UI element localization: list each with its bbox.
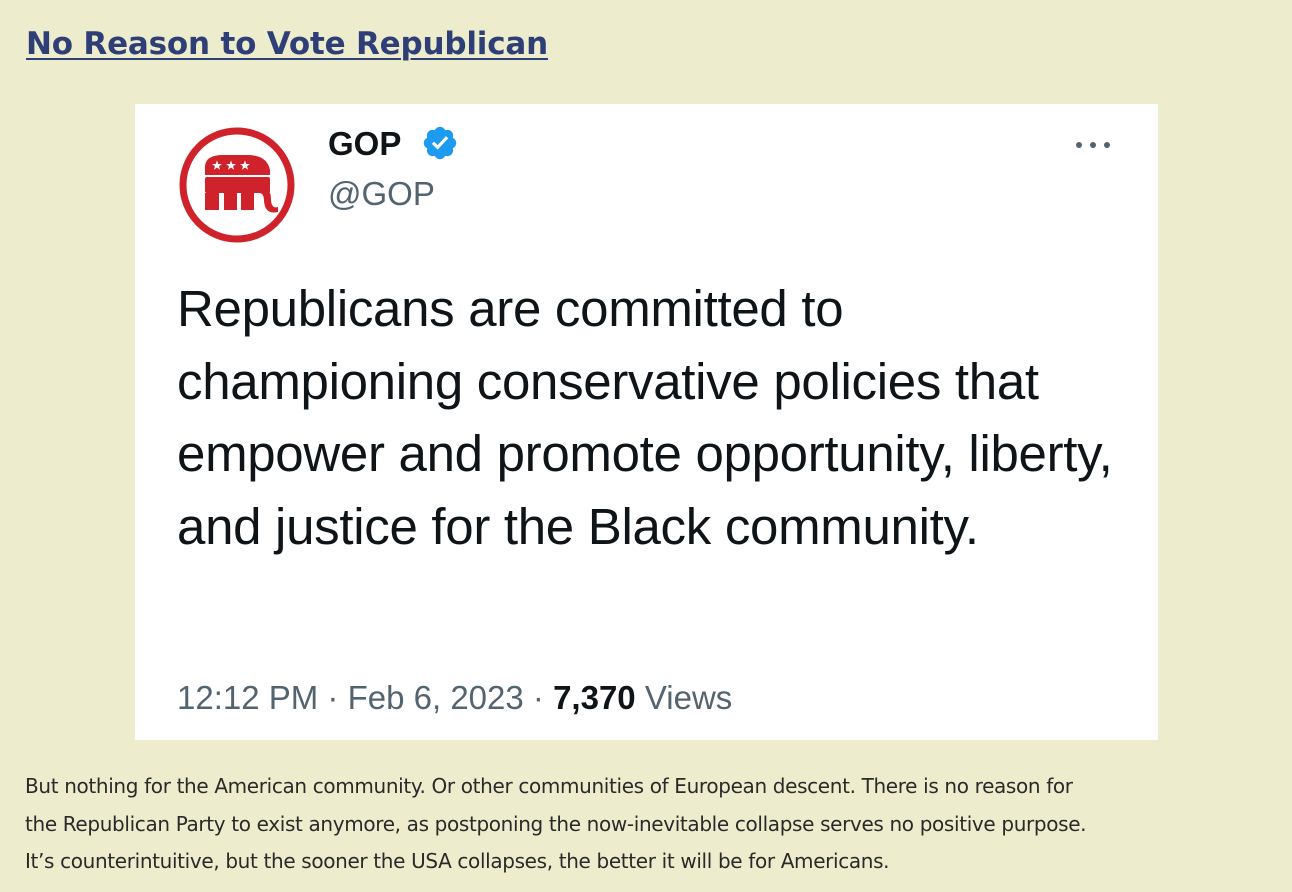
post-body-paragraph: But nothing for the American community. …	[25, 768, 1275, 881]
views-label: Views	[644, 679, 733, 716]
more-options-icon[interactable]	[1071, 134, 1115, 156]
post-title-link[interactable]: No Reason to Vote Republican	[26, 22, 548, 66]
tweet-author-name[interactable]: GOP	[328, 122, 401, 166]
tweet-author-handle[interactable]: @GOP	[328, 172, 435, 216]
tweet-screenshot: GOP @GOP Republicans are committed to ch…	[135, 104, 1158, 740]
post-body-line: the Republican Party to exist anymore, a…	[25, 811, 1087, 836]
gop-elephant-avatar-icon	[179, 127, 295, 243]
tweet-date[interactable]: Feb 6, 2023	[348, 679, 524, 716]
meta-separator: ·	[327, 679, 339, 716]
verified-badge-icon	[423, 126, 457, 160]
tweet-time[interactable]: 12:12 PM	[177, 679, 318, 716]
meta-separator: ·	[532, 679, 544, 716]
post-body-line: But nothing for the American community. …	[25, 774, 1073, 798]
tweet-metadata: 12:12 PM · Feb 6, 2023 · 7,370 Views	[177, 676, 732, 720]
views-count: 7,370	[553, 679, 636, 716]
post-body-line: It’s counterintuitive, but the sooner th…	[25, 849, 890, 873]
tweet-text: Republicans are committed to championing…	[177, 280, 1113, 555]
